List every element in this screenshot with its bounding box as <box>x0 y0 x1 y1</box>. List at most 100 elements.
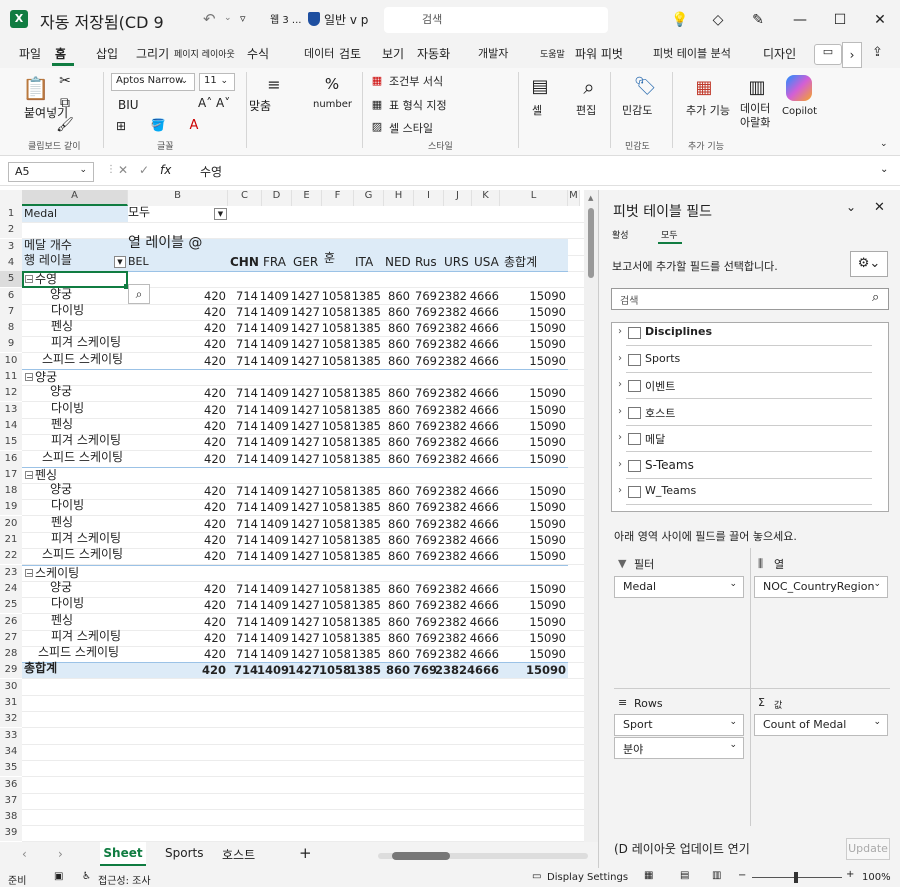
page-layout-view-icon[interactable]: ▤ <box>680 870 689 881</box>
scroll-up-icon[interactable]: ▲ <box>588 194 593 202</box>
select-all-corner[interactable] <box>0 190 22 206</box>
row-header[interactable]: 22 <box>0 548 22 565</box>
normal-view-icon[interactable]: ▦ <box>644 870 653 881</box>
accessibility-status[interactable]: 접근성: 조사 <box>98 872 151 887</box>
cells-icon[interactable]: ▤ <box>528 74 552 98</box>
cut-icon[interactable]: ✂ <box>58 73 72 89</box>
row-header[interactable]: 20 <box>0 515 22 532</box>
bold-italic-underline[interactable]: BIU <box>118 98 139 112</box>
row-header[interactable]: 7 <box>0 303 22 320</box>
expand-formula-icon[interactable]: ⌄ <box>880 164 888 175</box>
update-button[interactable]: Update <box>846 838 890 860</box>
formula-input[interactable]: 수영 <box>200 163 222 180</box>
percent-icon[interactable]: % <box>320 74 344 94</box>
tab-help[interactable]: 도움말 <box>540 47 565 60</box>
copy-icon[interactable]: ⧉ <box>58 95 72 111</box>
zoom-in-icon[interactable]: + <box>846 869 854 880</box>
document-name[interactable]: 웹 3 ... <box>270 11 301 26</box>
row-header[interactable]: 21 <box>0 532 22 548</box>
row-header[interactable]: 5 <box>0 271 22 288</box>
row-header[interactable]: 27 <box>0 629 22 646</box>
settings-gear-icon[interactable]: ⚙⌄ <box>850 251 888 277</box>
collapse-icon[interactable]: − <box>25 568 33 577</box>
rows-item-sport[interactable]: Sport ⌄ <box>614 714 744 736</box>
row-header[interactable]: 31 <box>0 695 22 711</box>
expand-field-icon[interactable]: › <box>618 379 622 390</box>
row-header[interactable]: 34 <box>0 743 22 760</box>
column-header[interactable]: L <box>500 190 568 206</box>
sensitivity-icon[interactable]: 🏷 <box>632 73 658 99</box>
values-item-count[interactable]: Count of Medal ⌄ <box>754 714 888 736</box>
row-header[interactable]: 2 <box>0 222 22 239</box>
filter-dropdown-icon[interactable]: ▼ <box>214 208 227 220</box>
format-painter-icon[interactable]: 🖌 <box>56 117 74 133</box>
undo-dropdown-icon[interactable]: ⌄ <box>224 13 232 23</box>
row-header[interactable]: 29 <box>0 662 22 679</box>
conditional-format-label[interactable]: 조건부 서식 <box>389 73 443 89</box>
align-icon[interactable]: ≡ <box>262 74 286 94</box>
scroll-right-icon[interactable]: › <box>58 847 63 861</box>
vertical-scrollbar[interactable] <box>584 190 598 842</box>
macro-icon[interactable]: ▣ <box>54 871 63 882</box>
table-format-label[interactable]: 표 형식 지정 <box>389 97 447 113</box>
name-box[interactable]: A5 ⌄ <box>8 162 94 182</box>
number-label[interactable]: number <box>313 99 352 110</box>
column-header[interactable]: A <box>22 190 128 206</box>
alignment-label[interactable]: 맞춤 <box>249 97 271 114</box>
row-header[interactable]: 36 <box>0 776 22 793</box>
tab-design[interactable]: 디자인 <box>763 45 796 62</box>
addins-label[interactable]: 추가 기능 <box>686 102 730 118</box>
font-name-select[interactable]: Aptos Narrow ⌄ <box>111 73 195 91</box>
filter-item-medal[interactable]: Medal ⌄ <box>614 576 744 598</box>
font-color-icon[interactable]: A <box>187 118 201 133</box>
selected-cell-a5[interactable] <box>22 271 128 289</box>
columns-item-country[interactable]: NOC_CountryRegion ⌄ <box>754 576 888 598</box>
row-header[interactable]: 1 <box>0 206 22 222</box>
conditional-format-icon[interactable]: ▦ <box>370 73 384 87</box>
row-header[interactable]: 18 <box>0 483 22 500</box>
field-search-input[interactable]: 검색 <box>611 288 889 310</box>
column-header[interactable]: H <box>384 190 414 206</box>
cells-label[interactable]: 셀 <box>532 102 542 118</box>
edit-label[interactable]: 편집 <box>576 102 596 118</box>
row-header[interactable]: 14 <box>0 417 22 434</box>
row-header[interactable]: 3 <box>0 238 22 255</box>
minimize-icon[interactable]: — <box>790 10 810 30</box>
row-header[interactable]: 17 <box>0 466 22 483</box>
undo-icon[interactable]: ↶ <box>203 10 216 28</box>
paste-icon[interactable]: 📋 <box>22 74 50 104</box>
expand-field-icon[interactable]: › <box>618 406 622 417</box>
addins-icon[interactable]: ▦ <box>691 74 717 100</box>
row-header[interactable]: 30 <box>0 678 22 695</box>
chevron-right-icon[interactable]: › <box>842 42 862 68</box>
rows-item-discipline[interactable]: 분야 ⌄ <box>614 737 744 759</box>
customize-qat-icon[interactable]: ▿ <box>240 12 246 25</box>
close-panel-icon[interactable]: ✕ <box>874 200 885 215</box>
tab-developer[interactable]: 개발자 <box>478 45 508 61</box>
row-header[interactable]: 28 <box>0 646 22 663</box>
lightbulb-icon[interactable]: 💡 <box>670 10 690 30</box>
copilot-label[interactable]: Copilot <box>782 106 817 117</box>
collapse-icon[interactable]: − <box>25 470 33 479</box>
defer-update-checkbox[interactable]: (D 레이아웃 업데이트 연기 <box>614 840 750 857</box>
fill-color-icon[interactable]: 🪣 <box>151 118 166 132</box>
tab-page-layout[interactable]: 페이지 레이아웃 <box>174 47 235 60</box>
row-header[interactable]: 23 <box>0 564 22 581</box>
row-filter-icon[interactable]: ▼ <box>114 255 126 268</box>
analyze-data-icon[interactable]: ▥ <box>744 74 770 100</box>
chevron-down-icon[interactable]: ⌄ <box>880 139 888 149</box>
quick-analysis-icon[interactable]: ⌕ <box>128 283 150 304</box>
tab-host[interactable]: 호스트 <box>222 846 255 863</box>
tab-automate[interactable]: 자동화 <box>417 45 450 62</box>
row-header[interactable]: 26 <box>0 613 22 630</box>
zoom-out-icon[interactable]: − <box>738 870 746 881</box>
copilot-icon[interactable] <box>786 75 812 101</box>
row-header[interactable]: 9 <box>0 336 22 353</box>
search-box[interactable]: 검색 <box>384 7 608 33</box>
expand-field-icon[interactable]: › <box>618 459 622 470</box>
find-icon[interactable]: ⌕ <box>576 74 602 100</box>
zoom-level[interactable]: 100% <box>862 872 891 883</box>
font-size-select[interactable]: 11 ⌄ <box>199 73 235 91</box>
page-break-view-icon[interactable]: ▥ <box>712 870 721 881</box>
tab-review[interactable]: 검토 <box>339 45 361 62</box>
